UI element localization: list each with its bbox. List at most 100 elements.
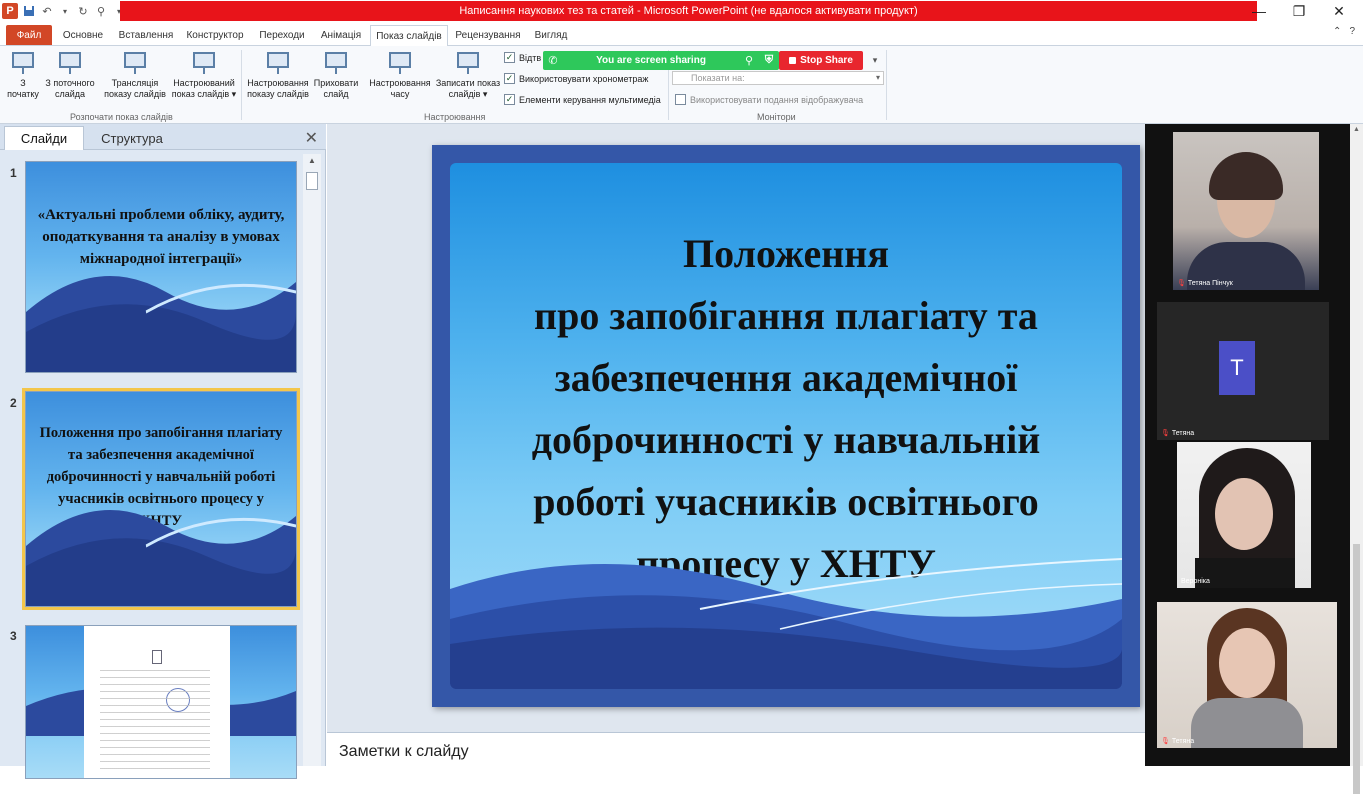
hide-slide-icon [323,50,349,74]
participant-face [1219,628,1275,698]
scrollbar-thumb[interactable] [306,172,318,190]
participant-video[interactable]: 🎙 Тетяна [1157,602,1337,748]
title-bar: P ↶ ▾ ↻ ⚲ ▾ Написання наукових тез та ст… [0,0,1363,22]
broadcast-label: Трансляція показу слайдів [104,78,166,99]
participants-panel: 🎙 Тетяна Пінчук T 🎙 Тетяна Вероніка 🎙 Те… [1145,124,1350,766]
tab-home[interactable]: Основне [56,25,110,45]
notes-area[interactable]: Заметки к слайду [327,732,1145,766]
close-button[interactable]: ✕ [1319,0,1359,22]
presenter-view-checkbox[interactable]: Використовувати подання відображувача [675,94,863,105]
pin-icon[interactable]: ⚲ [94,4,108,18]
screen-sharing-banner: ✆ You are screen sharing ⚲ ⛨ [543,51,779,70]
participant-video[interactable]: 🎙 Тетяна Пінчук [1173,132,1319,290]
rehearse-timings-button[interactable]: Настроювання часу [366,50,434,100]
restore-button[interactable]: ❐ [1279,0,1319,22]
participant-video[interactable]: Вероніка [1177,442,1311,588]
group-setup-label: Настроювання [424,112,486,122]
stop-share-label: Stop Share [800,55,853,66]
checkbox-box: ✓ [504,52,515,63]
from-current-label: З поточного слайда [45,78,95,99]
participants-scrollbar[interactable]: ▲ [1350,124,1363,794]
ribbon: З початку З поточного слайда Трансляція … [0,46,1363,124]
participant-body [1191,698,1303,748]
record-show-button[interactable]: Записати показ слайдів ▾ [434,50,502,100]
slides-pane-scrollbar[interactable]: ▲ [303,154,321,766]
slide-thumbnail-canvas [25,625,297,779]
current-slide[interactable]: Положення про запобігання плагіату та за… [432,145,1140,707]
ribbon-divider [241,50,242,120]
from-beginning-label: З початку [7,78,39,99]
from-beginning-button[interactable]: З початку [4,50,42,100]
minimize-button[interactable]: — [1239,0,1279,22]
slides-pane: Слайди Структура ✕ 1 «Актуальні проблеми… [0,124,326,779]
participant-name: 🎙 Тетяна [1161,429,1194,438]
wave-graphic [26,510,296,606]
tab-review[interactable]: Рецензування [452,25,524,45]
window-title: Написання наукових тез та статей - Micro… [120,1,1257,21]
use-timings-checkbox[interactable]: ✓ Використовувати хронометраж [504,73,648,84]
stop-share-button[interactable]: Stop Share [779,51,863,70]
media-controls-label: Елементи керування мультимедіа [519,94,661,105]
slide-thumbnail-1[interactable]: «Актуальні проблеми обліку, аудиту, опод… [22,158,300,376]
slide-thumbnail-3[interactable] [22,622,300,782]
mic-muted-icon: 🎙 [1161,738,1170,745]
media-controls-checkbox[interactable]: ✓ Елементи керування мультимедіа [504,94,661,105]
slide-thumbnail-2[interactable]: Положення про запобігання плагіату та за… [22,388,300,610]
tab-outline[interactable]: Структура [86,126,178,150]
slide-thumbnail-canvas: «Актуальні проблеми обліку, аудиту, опод… [25,161,297,373]
slide-number: 2 [10,396,17,410]
scrollbar-thumb[interactable] [1353,544,1360,794]
document-image [84,626,230,778]
participant-name: 🎙 Тетяна Пінчук [1177,279,1233,288]
quick-access-toolbar: P ↶ ▾ ↻ ⚲ ▾ [2,2,126,20]
tab-slides[interactable]: Слайди [4,126,84,150]
setup-show-button[interactable]: Настроювання показу слайдів [244,50,312,100]
slides-pane-tabs: Слайди Структура ✕ [0,124,326,150]
tab-file[interactable]: Файл [6,25,52,45]
group-monitors-label: Монітори [757,112,796,122]
broadcast-button[interactable]: Трансляція показу слайдів [100,50,170,100]
hide-slide-button[interactable]: Приховати слайд [312,50,360,100]
monitor-select-label: Показати на: [691,73,745,83]
checkbox-box: ✓ [504,94,515,105]
powerpoint-logo-icon: P [2,3,18,19]
setup-show-icon [265,50,291,74]
tab-view[interactable]: Вигляд [528,25,574,45]
phone-icon: ✆ [548,55,558,67]
window-controls: — ❐ ✕ [1239,0,1359,22]
tab-insert[interactable]: Вставлення [114,25,178,45]
play-narrations-checkbox[interactable]: ✓ Відтв [504,52,541,63]
chevron-up-icon[interactable]: ⌃ [1333,26,1341,37]
redo-icon[interactable]: ↻ [76,4,90,18]
from-current-button[interactable]: З поточного слайда [42,50,98,100]
slideshow-start-icon [10,50,36,74]
shield-icon: ⛨ [764,54,774,66]
scroll-up-icon[interactable]: ▲ [1350,124,1363,136]
tab-animations[interactable]: Анімація [316,25,366,45]
custom-show-button[interactable]: Настроюваний показ слайдів ▾ [170,50,238,100]
slideshow-current-icon [57,50,83,74]
scroll-up-icon[interactable]: ▲ [303,154,321,168]
participant-name-text: Вероніка [1181,578,1210,585]
undo-icon[interactable]: ↶ [40,4,54,18]
pin-icon[interactable]: ⚲ [739,54,759,67]
tab-design[interactable]: Конструктор [182,25,248,45]
tab-slide-show[interactable]: Показ слайдів [370,25,448,47]
participant-video[interactable]: T 🎙 Тетяна [1157,302,1329,440]
close-icon[interactable]: ✕ [305,128,318,148]
chevron-down-icon[interactable]: ▾ [58,4,72,18]
participant-name: 🎙 Тетяна [1161,737,1194,746]
share-more-button[interactable]: ▾ [866,51,884,70]
participant-name: Вероніка [1181,578,1210,585]
slide-number: 3 [10,629,17,643]
stop-icon [789,57,797,64]
tab-transitions[interactable]: Переходи [252,25,312,45]
custom-show-label: Настроюваний показ слайдів ▾ [171,78,237,99]
monitor-select[interactable]: Показати на: ▾ [672,71,884,85]
mic-muted-icon: 🎙 [1177,280,1186,287]
save-icon[interactable] [22,4,36,18]
use-timings-label: Використовувати хронометраж [519,73,649,84]
help-icon[interactable]: ? [1349,26,1355,37]
slide-title-body: про запобігання плагіату та забезпечення… [531,293,1041,586]
slide-title[interactable]: Положення про запобігання плагіату та за… [480,223,1092,595]
